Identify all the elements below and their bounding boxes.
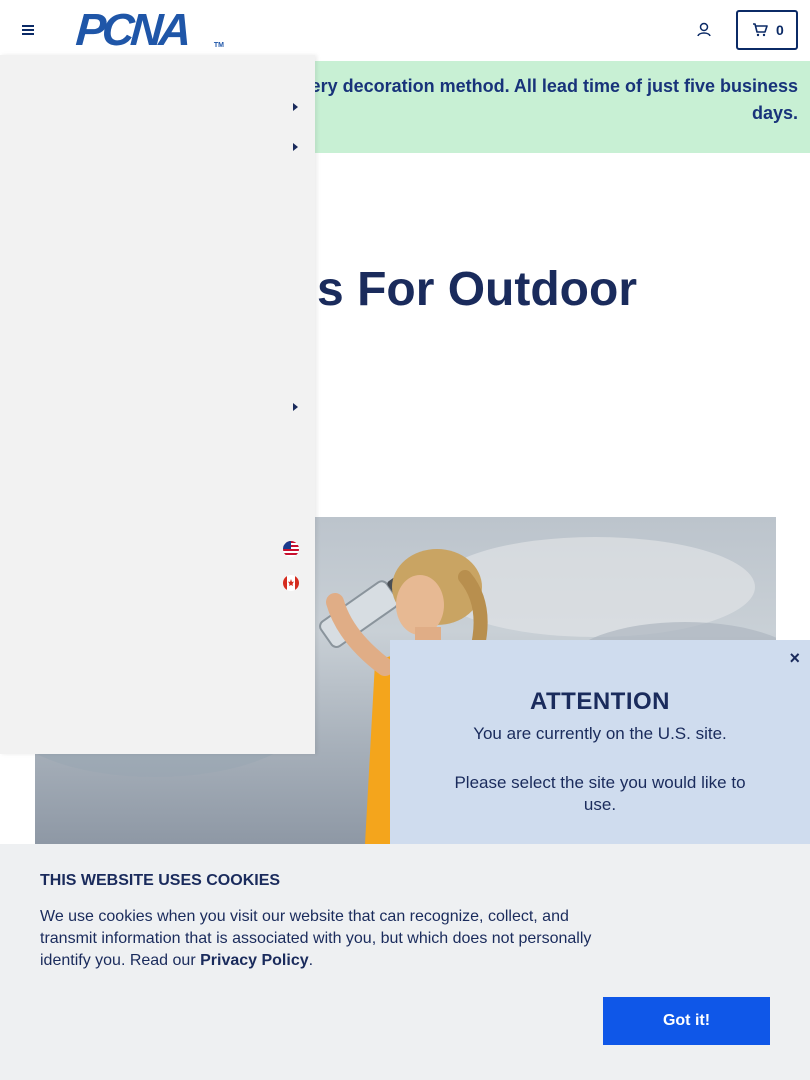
- menu-button[interactable]: [18, 20, 40, 40]
- popup-prompt: Please select the site you would like to…: [454, 773, 746, 814]
- privacy-policy-link[interactable]: Privacy Policy: [200, 952, 309, 969]
- chevron-right-icon[interactable]: [291, 102, 299, 112]
- logo-trademark: TM: [213, 42, 224, 49]
- canada-flag-icon[interactable]: [283, 575, 299, 591]
- cookie-text-end: .: [308, 952, 314, 969]
- cookie-text-body: We use cookies when you visit our websit…: [40, 908, 592, 969]
- hamburger-icon-bar: [22, 33, 34, 35]
- accept-cookies-button[interactable]: Got it!: [603, 997, 770, 1045]
- popup-message: You are currently on the U.S. site.: [473, 724, 727, 743]
- cookie-banner: THIS WEBSITE USES COOKIES We use cookies…: [0, 844, 810, 1080]
- cart-count: 0: [776, 22, 784, 38]
- site-header: PCNA TM 0: [0, 0, 810, 61]
- cart-button[interactable]: 0: [736, 10, 798, 50]
- hamburger-icon-bar: [22, 29, 34, 31]
- popup-title: ATTENTION: [529, 688, 671, 715]
- us-flag-icon[interactable]: [283, 541, 299, 557]
- site-selection-popup: × ATTENTION You are currently on the U.S…: [390, 640, 810, 844]
- logo-text: PCNA: [74, 4, 190, 55]
- cart-icon: [753, 23, 768, 37]
- pcna-logo[interactable]: PCNA TM: [74, 4, 224, 55]
- user-icon[interactable]: [694, 20, 714, 40]
- chevron-right-icon[interactable]: [291, 402, 299, 412]
- cookie-title: THIS WEBSITE USES COOKIES: [40, 872, 281, 889]
- hamburger-icon-bar: [22, 25, 34, 27]
- side-nav-drawer: [0, 55, 315, 754]
- close-icon[interactable]: ×: [789, 649, 800, 667]
- cookie-text: We use cookies when you visit our websit…: [40, 906, 605, 972]
- chevron-right-icon[interactable]: [291, 142, 299, 152]
